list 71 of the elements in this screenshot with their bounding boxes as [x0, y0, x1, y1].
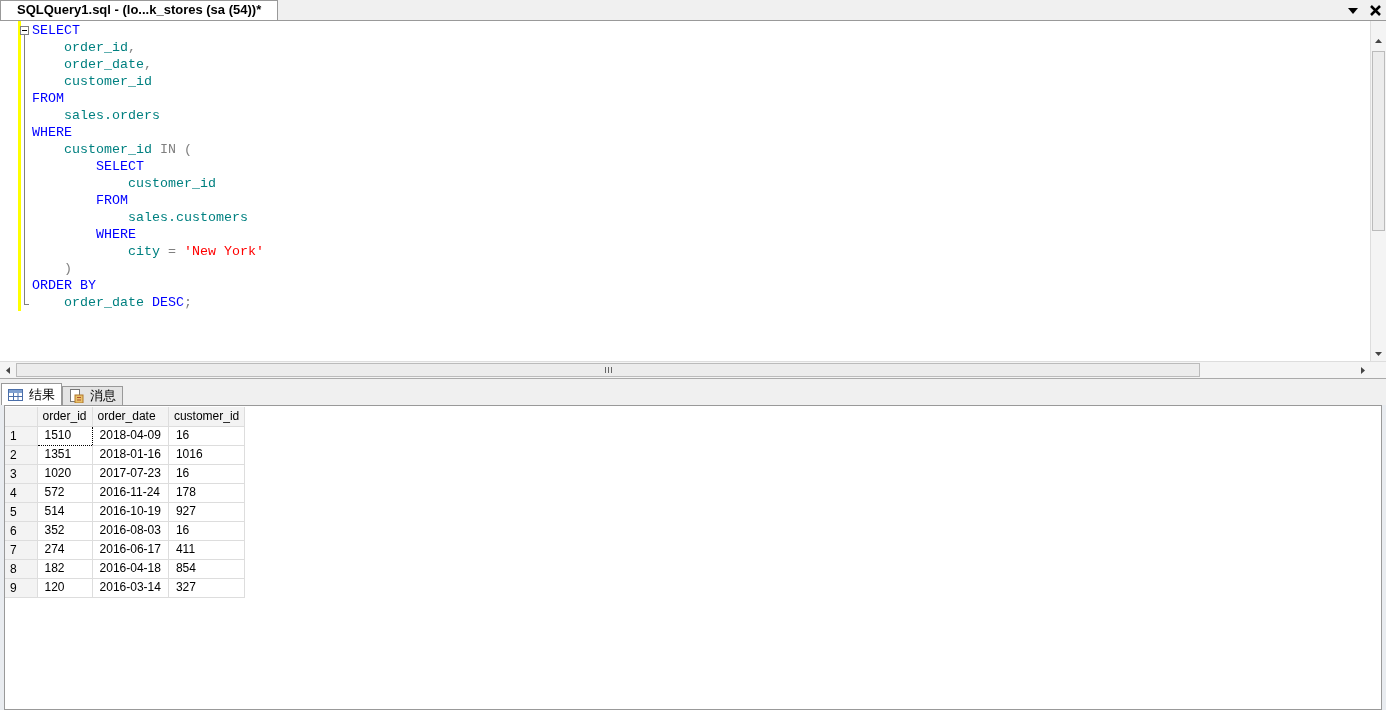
horizontal-scrollbar[interactable] [0, 361, 1386, 378]
code-token: = [168, 243, 176, 260]
code-token: WHERE [96, 226, 136, 243]
table-cell: 854 [168, 559, 245, 578]
code-token: customer_id [64, 141, 152, 158]
code-token: , [128, 39, 136, 56]
code-token: order_date [64, 56, 144, 73]
table-cell: 178 [168, 483, 245, 502]
table-cell: 927 [168, 502, 245, 521]
column-header[interactable]: order_id [37, 407, 93, 426]
table-cell: 1016 [168, 445, 245, 464]
table-cell: 16 [168, 521, 245, 540]
code-token: ) [64, 260, 72, 277]
code-token: SELECT [96, 158, 144, 175]
table-cell: 2018-01-16 [92, 445, 169, 464]
table-icon [8, 387, 23, 402]
vertical-scrollbar[interactable] [1370, 21, 1386, 361]
code-token: sales.orders [64, 107, 160, 124]
table-cell: 411 [168, 540, 245, 559]
table-cell: 274 [37, 540, 93, 559]
table-cell: 1020 [37, 464, 93, 483]
close-icon[interactable] [1370, 5, 1381, 16]
table-cell: 2016-03-14 [92, 578, 169, 597]
results-tab[interactable]: 结果 [1, 383, 62, 405]
code-token: customer_id [128, 175, 216, 192]
table-cell: 182 [37, 559, 93, 578]
right-arrow-icon[interactable] [1361, 366, 1365, 374]
table-cell: 2016-06-17 [92, 540, 169, 559]
table-cell: 120 [37, 578, 93, 597]
column-header[interactable]: customer_id [168, 407, 245, 426]
table-cell: 1510 [37, 426, 93, 445]
code-token: DESC [152, 294, 184, 311]
table-cell: 16 [168, 426, 245, 445]
column-header[interactable]: order_date [92, 407, 169, 426]
document-tab[interactable]: SQLQuery1.sql - (lo...k_stores (sa (54))* [0, 0, 279, 20]
table-cell: 2017-07-23 [92, 464, 169, 483]
table-cell: 514 [37, 502, 93, 521]
left-arrow-icon[interactable] [6, 366, 10, 374]
table-cell: 327 [168, 578, 245, 597]
code-token: WHERE [32, 124, 72, 141]
collapse-icon[interactable] [20, 26, 29, 35]
dropdown-icon[interactable] [1348, 8, 1358, 14]
code-token: ORDER BY [32, 277, 96, 294]
code-token: , [144, 56, 152, 73]
results-tab[interactable]: 消息 [62, 386, 123, 405]
document-icon [69, 389, 84, 403]
table-cell: 1351 [37, 445, 93, 464]
table-cell: 2016-04-18 [92, 559, 169, 578]
scroll-thumb[interactable] [16, 363, 1200, 377]
code-token: SELECT [32, 22, 80, 39]
grip-icon [604, 367, 612, 373]
table-cell: 2016-11-24 [92, 483, 169, 502]
table-cell: 572 [37, 483, 93, 502]
code-token: FROM [32, 90, 64, 107]
code-token: sales.customers [128, 209, 248, 226]
table-cell: 2018-04-09 [92, 426, 169, 445]
up-arrow-icon[interactable] [1375, 39, 1382, 43]
code-token: 'New York' [184, 243, 264, 260]
code-token: city [128, 243, 160, 260]
code-token: customer_id [64, 73, 152, 90]
code-token: order_id [64, 39, 128, 56]
code-token: order_date [64, 294, 144, 311]
table-cell: 352 [37, 521, 93, 540]
code-token: IN ( [160, 141, 192, 158]
code-token: FROM [96, 192, 128, 209]
code-token: ; [184, 294, 192, 311]
scroll-thumb[interactable] [1372, 51, 1385, 231]
table-cell: 2016-08-03 [92, 521, 169, 540]
down-arrow-icon[interactable] [1375, 352, 1382, 356]
table-cell: 2016-10-19 [92, 502, 169, 521]
table-cell: 16 [168, 464, 245, 483]
